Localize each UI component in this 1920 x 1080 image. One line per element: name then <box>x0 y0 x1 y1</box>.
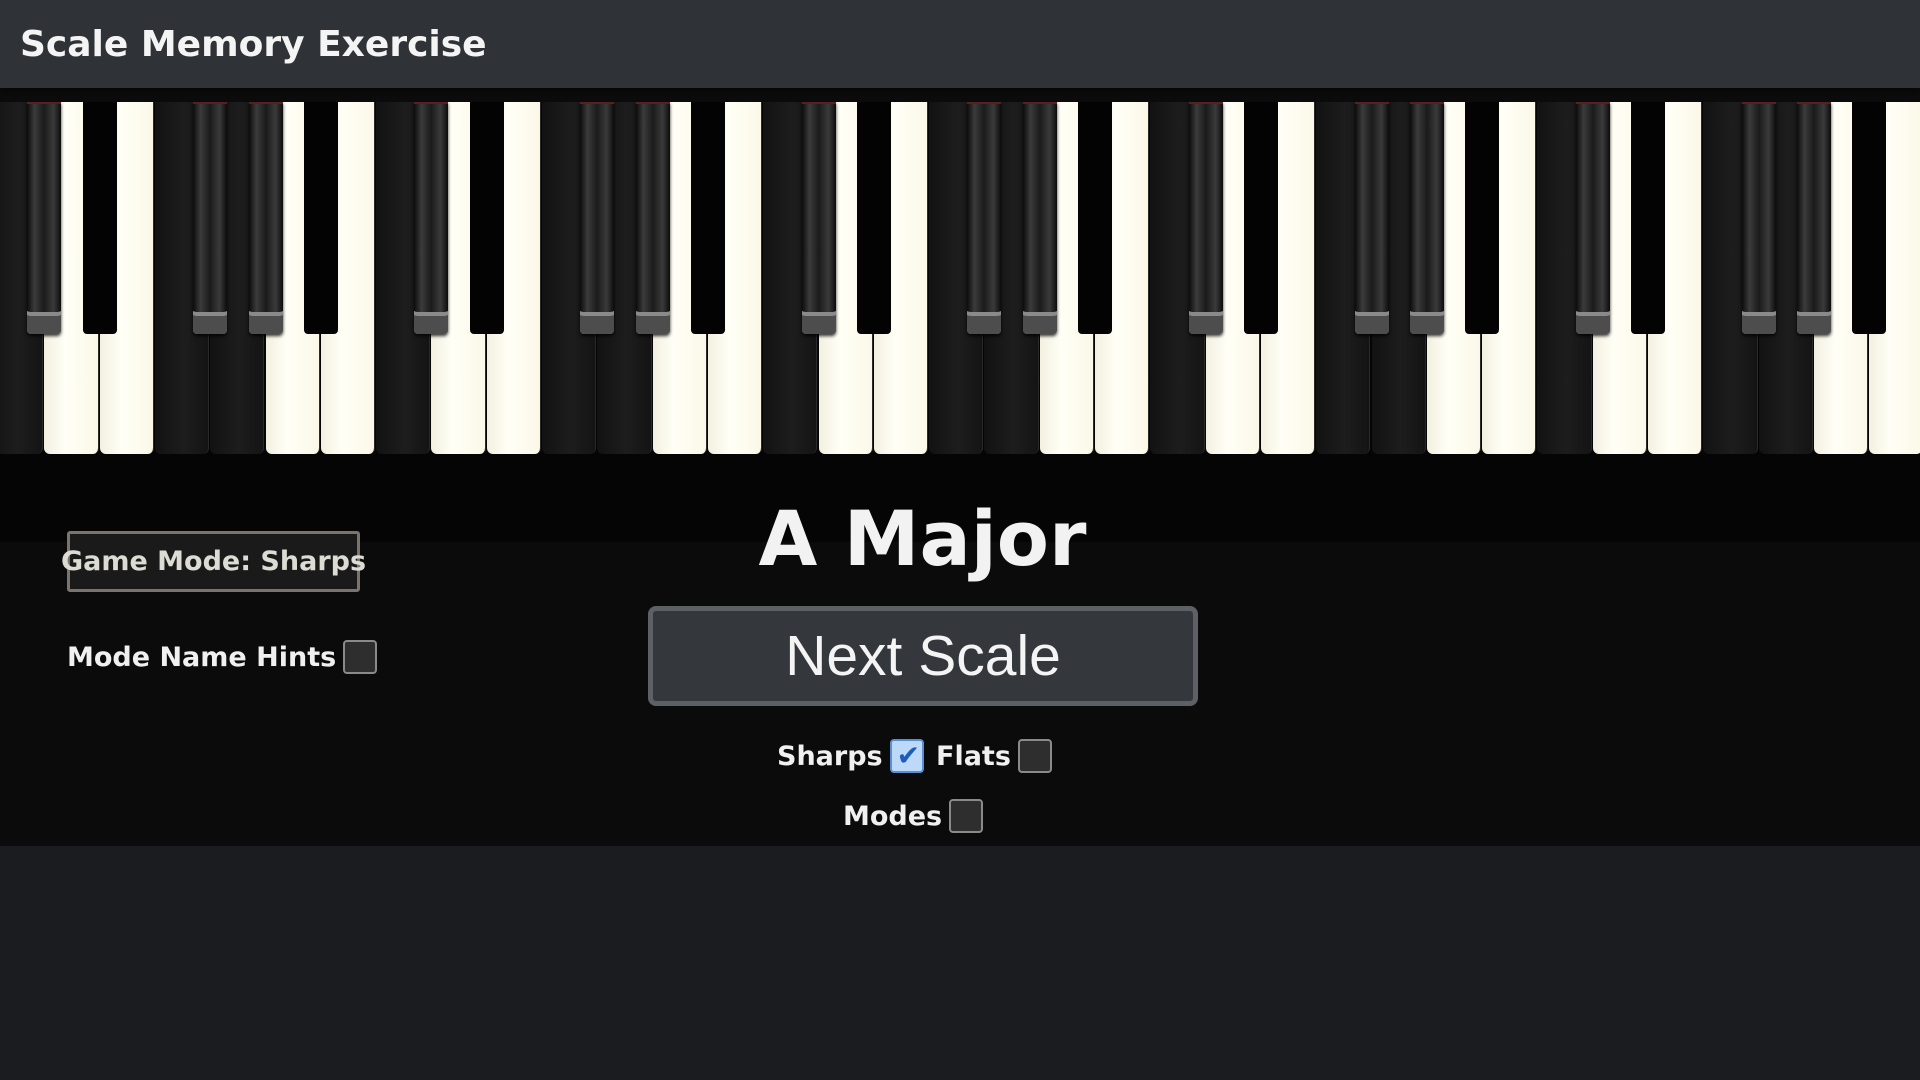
flats-label: Flats <box>936 740 1011 772</box>
black-key[interactable] <box>414 102 449 334</box>
black-key[interactable] <box>193 102 228 334</box>
black-key[interactable] <box>1078 102 1112 334</box>
flats-checkbox[interactable] <box>1017 739 1052 773</box>
black-key[interactable] <box>82 102 117 334</box>
black-key[interactable] <box>801 102 836 334</box>
black-key[interactable] <box>1243 102 1278 334</box>
black-key[interactable] <box>967 102 1002 334</box>
black-key[interactable] <box>690 102 725 334</box>
exercise-stage <box>0 88 1920 846</box>
flats-option[interactable]: Flats <box>936 739 1052 773</box>
black-key[interactable] <box>1796 102 1831 334</box>
black-key[interactable] <box>1741 102 1776 334</box>
black-key[interactable] <box>856 102 891 334</box>
black-key[interactable] <box>1575 102 1610 334</box>
mode-name-hints-checkbox[interactable] <box>343 640 378 674</box>
next-scale-button[interactable]: Next Scale <box>648 606 1198 706</box>
black-key[interactable] <box>469 102 504 334</box>
sharps-label: Sharps <box>777 740 883 772</box>
black-key[interactable] <box>1631 102 1665 334</box>
black-key[interactable] <box>27 102 62 334</box>
game-mode-button[interactable]: Game Mode: Sharps <box>61 531 366 592</box>
modes-checkbox[interactable] <box>949 799 984 833</box>
black-key[interactable] <box>303 102 338 334</box>
scale-name: A Major <box>758 494 1087 583</box>
mode-name-hints-label: Mode Name Hints <box>67 641 337 673</box>
black-key[interactable] <box>1465 102 1500 334</box>
black-key[interactable] <box>635 102 670 334</box>
app-title: Scale Memory Exercise <box>20 24 487 65</box>
mode-name-hints-option[interactable]: Mode Name Hints <box>67 640 378 674</box>
sharps-checkbox[interactable] <box>889 739 924 773</box>
black-key[interactable] <box>1852 102 1887 334</box>
black-key[interactable] <box>1022 102 1057 334</box>
black-key[interactable] <box>1188 102 1223 334</box>
black-key[interactable] <box>1354 102 1389 334</box>
piano-keyboard[interactable] <box>0 102 1920 542</box>
black-key[interactable] <box>1409 102 1444 334</box>
app-header: Scale Memory Exercise <box>0 0 1920 88</box>
sharps-option[interactable]: Sharps <box>777 739 924 773</box>
black-key[interactable] <box>580 102 615 334</box>
modes-label: Modes <box>843 800 943 832</box>
black-key[interactable] <box>248 102 283 334</box>
modes-option[interactable]: Modes <box>843 799 984 833</box>
